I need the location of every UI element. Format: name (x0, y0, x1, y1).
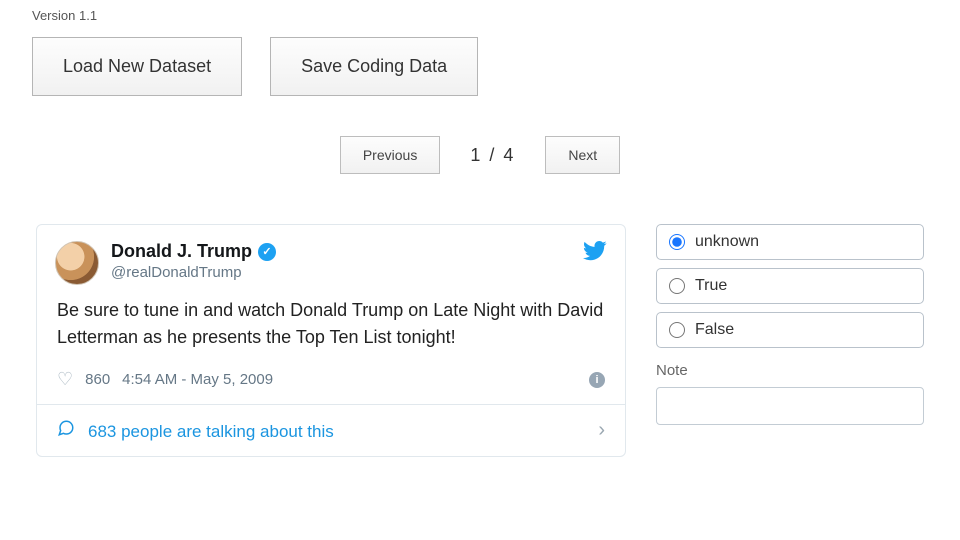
note-label: Note (656, 362, 924, 379)
coding-panel: unknown True False Note (656, 224, 924, 457)
avatar (55, 241, 99, 285)
tweet-replies-link[interactable]: 683 people are talking about this › (37, 404, 625, 456)
radio-input-unknown[interactable] (669, 234, 685, 250)
radio-option-true[interactable]: True (656, 268, 924, 304)
radio-label-false: False (695, 321, 734, 339)
load-dataset-button[interactable]: Load New Dataset (32, 37, 242, 96)
chevron-right-icon: › (598, 419, 605, 442)
version-label: Version 1.1 (32, 8, 928, 23)
next-button[interactable]: Next (545, 136, 620, 174)
radio-option-unknown[interactable]: unknown (656, 224, 924, 260)
tweet-body: Be sure to tune in and watch Donald Trum… (37, 293, 625, 363)
tweet-author-handle: @realDonaldTrump (111, 264, 583, 281)
note-input[interactable] (656, 387, 924, 425)
radio-input-false[interactable] (669, 322, 685, 338)
tweet-card: Donald J. Trump @realDonaldTrump Be sure… (36, 224, 626, 457)
twitter-bird-icon (583, 241, 607, 266)
tweet-author-name: Donald J. Trump (111, 241, 252, 262)
info-icon[interactable]: i (589, 372, 605, 388)
page-position: 1 / 4 (470, 145, 515, 166)
pager: Previous 1 / 4 Next (32, 136, 928, 174)
previous-button[interactable]: Previous (340, 136, 440, 174)
top-button-row: Load New Dataset Save Coding Data (32, 37, 928, 96)
save-coding-button[interactable]: Save Coding Data (270, 37, 478, 96)
radio-input-true[interactable] (669, 278, 685, 294)
reply-icon (57, 421, 80, 441)
verified-icon (258, 243, 276, 261)
radio-label-unknown: unknown (695, 233, 759, 251)
replies-text: 683 people are talking about this (88, 422, 334, 441)
radio-label-true: True (695, 277, 727, 295)
tweet-timestamp: 4:54 AM - May 5, 2009 (122, 371, 273, 388)
like-count: 860 (85, 371, 110, 388)
radio-option-false[interactable]: False (656, 312, 924, 348)
heart-icon[interactable]: ♡ (57, 369, 73, 390)
